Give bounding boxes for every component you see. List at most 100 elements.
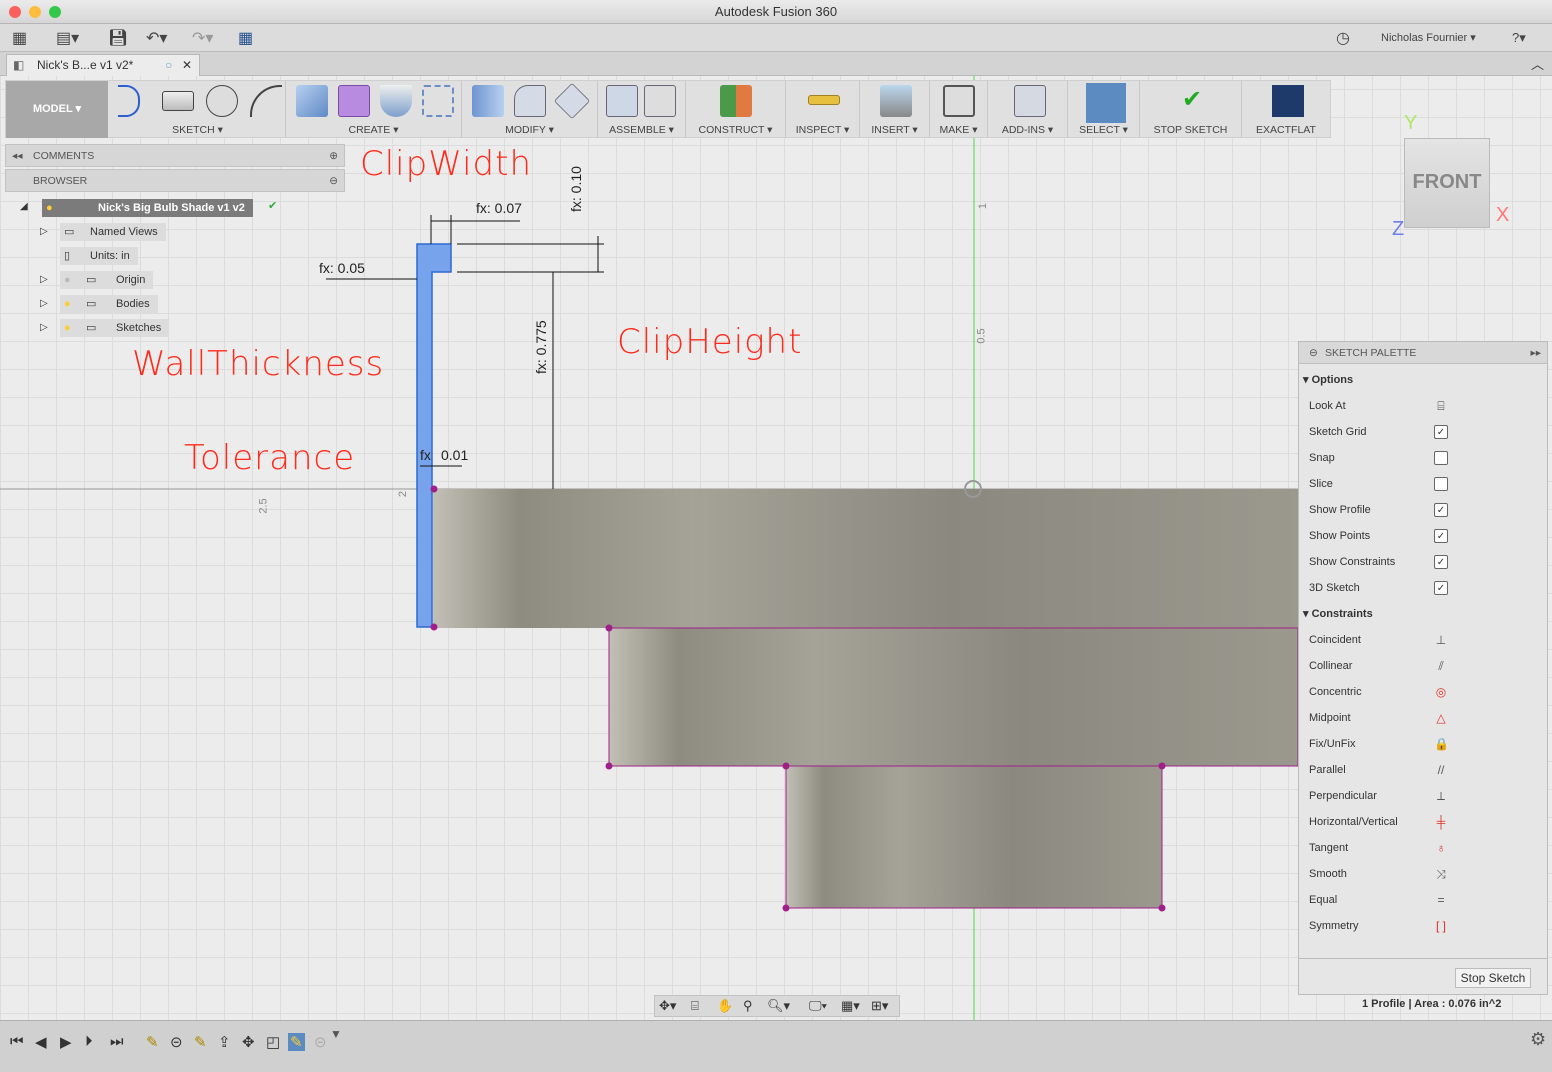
constraint-perpendicular[interactable]: Perpendicular ⟂ <box>1309 783 1539 809</box>
constraint-concentric[interactable]: Concentric ◎ <box>1309 679 1539 705</box>
timeline-sketch-icon[interactable]: ✎ <box>194 1033 207 1051</box>
dimension-tolerance-prefix[interactable]: fx <box>420 447 431 463</box>
timeline-settings-icon[interactable]: ⚙ <box>1530 1029 1546 1050</box>
press-pull-icon[interactable] <box>472 85 504 117</box>
fillet-icon[interactable] <box>514 85 546 117</box>
measure-icon[interactable] <box>808 95 840 105</box>
tree-item-bodies[interactable]: ● ▭ Bodies <box>60 295 158 313</box>
file-menu-icon[interactable]: ▤▾ <box>56 28 79 48</box>
joint-icon[interactable] <box>644 85 676 117</box>
fix-unfix-icon[interactable]: 🔒 <box>1434 737 1449 751</box>
constraint-symmetry[interactable]: Symmetry [ ] <box>1309 913 1539 939</box>
collapse-icon[interactable]: ︿ <box>1531 54 1544 73</box>
timeline-move-icon[interactable]: ✥ <box>242 1033 255 1051</box>
add-comment-icon[interactable]: ⊕ <box>329 145 338 167</box>
grid-settings-icon[interactable]: ▦▾ <box>841 998 860 1014</box>
timeline-marker[interactable]: ▼ <box>330 1027 342 1041</box>
midpoint-icon[interactable]: △ <box>1434 711 1448 725</box>
orbit-icon[interactable]: ✥▾ <box>659 998 676 1014</box>
insert-image-icon[interactable] <box>880 85 912 117</box>
modify-group[interactable]: MODIFY ▾ <box>462 81 598 138</box>
option-checkbox[interactable]: ✓ <box>1434 555 1448 569</box>
constraint-coincident[interactable]: Coincident ⊥ <box>1309 627 1539 653</box>
add-ins-group[interactable]: ADD-INS ▾ <box>988 81 1068 138</box>
collinear-icon[interactable]: ⫽ <box>1434 659 1448 673</box>
collapse-panel-icon[interactable]: ◂◂ <box>12 145 23 167</box>
options-section[interactable]: ▾ Options <box>1303 367 1353 393</box>
circle-icon[interactable] <box>206 85 238 117</box>
minimize-window-button[interactable] <box>29 6 41 18</box>
expand-palette-icon[interactable]: ▸▸ <box>1530 342 1541 364</box>
option-checkbox[interactable]: ✓ <box>1434 529 1448 543</box>
expand-icon[interactable]: ▷ <box>40 274 48 285</box>
close-window-button[interactable] <box>9 6 21 18</box>
arc-icon[interactable] <box>250 85 282 117</box>
visibility-bulb-icon[interactable]: ● <box>46 199 53 217</box>
option-checkbox[interactable]: ✓ <box>1434 581 1448 595</box>
concentric-icon[interactable]: ◎ <box>1434 685 1448 699</box>
step-back-icon[interactable]: ◀︎ <box>35 1033 47 1051</box>
option-sketch-grid[interactable]: Sketch Grid ✓ <box>1309 419 1539 445</box>
rectangle-icon[interactable] <box>162 91 194 111</box>
constraints-section[interactable]: ▾ Constraints <box>1303 601 1373 627</box>
constraint-fix-unfix[interactable]: Fix/UnFix 🔒 <box>1309 731 1539 757</box>
timeline-revolve-icon[interactable]: ⊝ <box>170 1033 183 1051</box>
bulb-icon[interactable]: ● <box>64 295 71 313</box>
option-look-at[interactable]: Look At ⌸ <box>1309 393 1539 419</box>
timeline-sketch-icon[interactable]: ✎ <box>146 1033 159 1051</box>
look-at-icon[interactable]: ⌸ <box>1434 399 1448 413</box>
bulb-icon[interactable]: ● <box>64 319 71 337</box>
go-to-start-icon[interactable]: ⏮ <box>10 1033 24 1050</box>
stop-sketch-icon[interactable]: ✔ <box>1176 85 1208 117</box>
viewports-icon[interactable]: ⊞▾ <box>871 998 888 1014</box>
create-group[interactable]: CREATE ▾ <box>286 81 462 138</box>
dimension-wall-thickness[interactable]: fx: 0.05 <box>319 260 365 276</box>
zoom-window-button[interactable] <box>49 6 61 18</box>
bulb-icon[interactable]: ● <box>64 271 71 289</box>
option-show-constraints[interactable]: Show Constraints ✓ <box>1309 549 1539 575</box>
play-icon[interactable]: ▶︎ <box>60 1033 72 1051</box>
scripts-icon[interactable] <box>1014 85 1046 117</box>
option-show-points[interactable]: Show Points ✓ <box>1309 523 1539 549</box>
comments-panel-header[interactable]: ◂◂ COMMENTS ⊕ <box>5 144 345 167</box>
look-at-icon[interactable]: ⌸ <box>691 998 699 1014</box>
constraint-horizontal-vertical[interactable]: Horizontal/Vertical ╪ <box>1309 809 1539 835</box>
view-cube[interactable]: Y FRONT X Z <box>1390 112 1510 242</box>
document-tab[interactable]: ◧ Nick's B...e v1 v2* ○ ✕ <box>6 54 200 76</box>
pattern-icon[interactable] <box>422 85 454 117</box>
form-icon[interactable] <box>338 85 370 117</box>
constraint-midpoint[interactable]: Midpoint △ <box>1309 705 1539 731</box>
option-checkbox[interactable] <box>1434 477 1448 491</box>
workspace-switcher[interactable]: MODEL ▾ <box>6 81 108 138</box>
expand-icon[interactable]: ▷ <box>40 298 48 309</box>
smooth-icon[interactable]: ⤨ <box>1434 867 1448 881</box>
collapse-triangle-icon[interactable]: ◢ <box>20 201 28 212</box>
undo-icon[interactable]: ↶▾ <box>146 28 167 48</box>
palette-header[interactable]: ⊖ SKETCH PALETTE ▸▸ <box>1299 342 1547 364</box>
chamfer-icon[interactable] <box>553 82 591 120</box>
pan-icon[interactable]: ✋ <box>717 998 733 1014</box>
job-status-icon[interactable]: ◷ <box>1336 28 1350 48</box>
step-forward-icon[interactable]: ⏵ <box>85 1033 93 1050</box>
expand-icon[interactable]: ▷ <box>40 226 48 237</box>
timeline-active-sketch-icon[interactable]: ✎ <box>288 1033 305 1051</box>
tangent-icon[interactable]: ♁ <box>1434 841 1448 855</box>
symmetry-icon[interactable]: [ ] <box>1434 919 1448 933</box>
constraint-parallel[interactable]: Parallel // <box>1309 757 1539 783</box>
equal-icon[interactable]: = <box>1434 893 1448 907</box>
app-grid-icon[interactable]: ▦ <box>12 28 27 48</box>
insert-group[interactable]: INSERT ▾ <box>860 81 930 138</box>
construct-group[interactable]: CONSTRUCT ▾ <box>686 81 786 138</box>
display-settings-icon[interactable]: 🖵▾ <box>809 998 827 1014</box>
coincident-icon[interactable]: ⊥ <box>1434 633 1448 647</box>
close-tab-icon[interactable]: ✕ <box>182 55 192 75</box>
revolve-icon[interactable] <box>380 85 412 117</box>
line-icon[interactable] <box>118 85 140 117</box>
browser-collapse-icon[interactable]: ⊖ <box>329 170 338 192</box>
expand-icon[interactable]: ▷ <box>40 322 48 333</box>
dimension-clip-height[interactable]: fx: 0.775 <box>533 320 549 374</box>
constraint-equal[interactable]: Equal = <box>1309 887 1539 913</box>
close-palette-icon[interactable]: ⊖ <box>1309 342 1318 364</box>
tree-item-named-views[interactable]: ▭ Named Views <box>60 223 166 241</box>
exactflat-group[interactable]: EXACTFLAT <box>1242 81 1330 138</box>
